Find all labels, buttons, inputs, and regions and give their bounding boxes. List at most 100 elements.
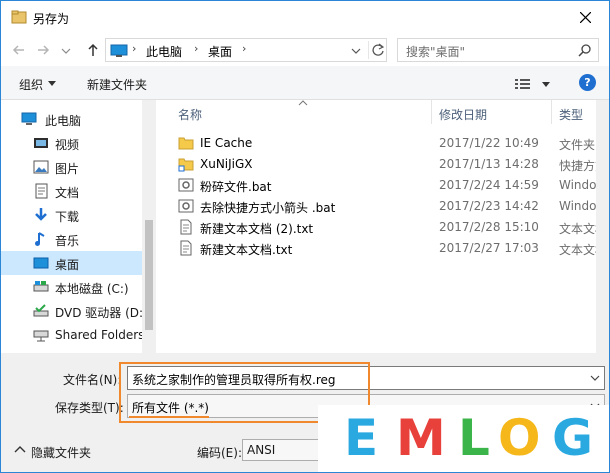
arrow-up-icon xyxy=(88,43,98,56)
column-header-name[interactable]: 名称 xyxy=(178,106,202,130)
encoding-select[interactable]: ANSI xyxy=(242,439,322,461)
file-row[interactable]: IE Cache 2017/1/22 10:49 文件夹 xyxy=(156,133,596,154)
documents-folder-icon xyxy=(35,183,48,199)
change-view-button[interactable] xyxy=(515,76,551,92)
title-bar: 另存为 xyxy=(1,1,609,34)
recent-locations-button[interactable] xyxy=(59,40,73,60)
sidebar-item-pictures[interactable]: 图片 xyxy=(1,155,142,179)
watermark-letter: L xyxy=(458,409,490,467)
file-modified: 2017/1/13 14:28 xyxy=(439,157,539,171)
file-modified: 2017/1/22 10:49 xyxy=(439,136,539,150)
file-row[interactable]: XuNiJiGX 2017/1/13 14:28 快捷方式 xyxy=(156,154,607,175)
sidebar-item-label: 音乐 xyxy=(55,234,80,248)
file-modified: 2017/2/28 15:10 xyxy=(439,220,539,234)
breadcrumb-this-pc[interactable]: 此电脑 xyxy=(146,43,182,60)
column-divider[interactable] xyxy=(431,100,432,124)
file-type: 文件夹 xyxy=(559,138,596,152)
command-toolbar: 组织 新建文件夹 ? xyxy=(1,66,609,100)
sidebar-item-label: 文档 xyxy=(55,186,80,200)
file-name: 新建文本文档 (2).txt xyxy=(200,222,314,236)
refresh-button[interactable] xyxy=(368,41,386,59)
navigation-row: › 此电脑 › 桌面 › 搜索"桌面" xyxy=(1,34,609,66)
annotation-underline xyxy=(129,416,209,418)
file-name: 新建文本文档.txt xyxy=(200,243,293,257)
help-button[interactable]: ? xyxy=(579,74,596,91)
column-divider[interactable] xyxy=(551,100,552,124)
arrow-left-icon xyxy=(12,45,24,55)
window-title: 另存为 xyxy=(33,12,70,26)
file-modified: 2017/2/27 17:03 xyxy=(439,241,539,255)
breadcrumb-separator: › xyxy=(194,42,199,55)
sidebar-item-label: 本地磁盘 (C:) xyxy=(55,282,129,296)
new-folder-button[interactable]: 新建文件夹 xyxy=(87,76,147,93)
filename-label: 文件名(N): xyxy=(63,373,122,387)
sidebar-item-videos[interactable]: 视频 xyxy=(1,131,142,155)
sidebar-item-this-pc[interactable]: 此电脑 xyxy=(1,107,142,131)
breadcrumb-desktop[interactable]: 桌面 xyxy=(208,43,232,60)
file-list: 名称 修改日期 类型 IE Cache 2017/1/22 10:49 文件夹 … xyxy=(156,100,609,353)
drive-icon xyxy=(33,281,49,292)
watermark-logo: E M L O G xyxy=(318,405,609,472)
back-button[interactable] xyxy=(9,40,29,60)
download-icon xyxy=(35,208,47,221)
batch-file-icon xyxy=(178,199,194,213)
watermark-letter: E xyxy=(344,409,379,467)
address-dropdown-button[interactable] xyxy=(346,43,366,59)
organize-button[interactable]: 组织 xyxy=(19,76,43,93)
computer-icon xyxy=(21,112,37,125)
text-file-icon xyxy=(180,219,192,235)
chevron-down-icon[interactable] xyxy=(590,374,600,382)
encoding-value: ANSI xyxy=(247,443,276,457)
computer-icon xyxy=(110,44,128,57)
sidebar-item-label: Shared Folders xyxy=(55,328,145,342)
save-as-dialog: 另存为 › 此电脑 › 桌面 › 搜索"桌面" 组织 新建文件夹 ? 此电脑 视… xyxy=(0,0,610,473)
sidebar-item-shared-folders[interactable]: Shared Folders xyxy=(1,323,145,347)
arrow-right-icon xyxy=(38,45,50,55)
column-header-type[interactable]: 类型 xyxy=(559,106,583,130)
encoding-label: 编码(E): xyxy=(197,446,242,460)
sidebar-item-label: DVD 驱动器 (D: xyxy=(55,306,144,320)
search-input[interactable]: 搜索"桌面" xyxy=(397,38,599,62)
file-row[interactable]: 新建文本文档 (2).txt 2017/2/28 15:10 文本文档 xyxy=(156,217,607,238)
sidebar-item-music[interactable]: 音乐 xyxy=(1,227,142,251)
file-list-scrollbar[interactable] xyxy=(596,100,609,353)
caret-down-icon xyxy=(48,81,56,86)
close-button[interactable] xyxy=(563,1,609,34)
forward-button[interactable] xyxy=(33,40,53,60)
chevron-down-icon xyxy=(351,48,361,54)
sidebar-item-label: 此电脑 xyxy=(45,114,82,128)
text-file-icon xyxy=(180,240,192,256)
file-name: 去除快捷方式小箭头 .bat xyxy=(200,201,336,215)
sidebar-item-label: 桌面 xyxy=(55,258,80,272)
sidebar-scrollbar-thumb[interactable] xyxy=(145,220,153,330)
sidebar-item-local-disk[interactable]: 本地磁盘 (C:) xyxy=(1,275,142,299)
sidebar-item-downloads[interactable]: 下载 xyxy=(1,203,142,227)
sidebar-item-documents[interactable]: 文档 xyxy=(1,179,142,203)
file-name: 粉碎文件.bat xyxy=(200,180,272,194)
notepad-icon xyxy=(11,10,27,24)
hide-folders-button[interactable]: 隐藏文件夹 xyxy=(31,444,91,461)
sort-ascending-icon xyxy=(298,100,308,106)
watermark-letter: O xyxy=(498,409,541,467)
file-row[interactable]: 去除快捷方式小箭头 .bat 2017/2/23 14:42 Windows xyxy=(156,196,609,217)
filetype-label: 保存类型(T): xyxy=(55,401,124,415)
sidebar-item-desktop[interactable]: 桌面 xyxy=(1,251,142,275)
file-name: IE Cache xyxy=(200,136,253,150)
chevron-up-icon[interactable] xyxy=(13,443,27,457)
address-bar[interactable]: › 此电脑 › 桌面 › xyxy=(105,38,387,62)
dvd-drive-icon xyxy=(33,304,49,317)
pictures-folder-icon xyxy=(33,160,49,174)
column-header-modified[interactable]: 修改日期 xyxy=(439,106,487,130)
sidebar-item-dvd-drive[interactable]: DVD 驱动器 (D: xyxy=(1,299,144,323)
refresh-icon xyxy=(372,43,385,56)
desktop-icon xyxy=(33,257,49,269)
network-drive-icon xyxy=(33,330,49,342)
file-modified: 2017/2/24 14:59 xyxy=(439,178,539,192)
sidebar-scrollbar[interactable] xyxy=(142,100,156,353)
file-row[interactable]: 新建文本文档.txt 2017/2/27 17:03 文本文档 xyxy=(156,238,607,259)
close-icon xyxy=(580,12,591,23)
details-view-icon xyxy=(515,79,550,89)
file-row[interactable]: 粉碎文件.bat 2017/2/24 14:59 Windows xyxy=(156,175,609,196)
up-button[interactable] xyxy=(83,40,103,60)
video-folder-icon xyxy=(34,138,48,148)
